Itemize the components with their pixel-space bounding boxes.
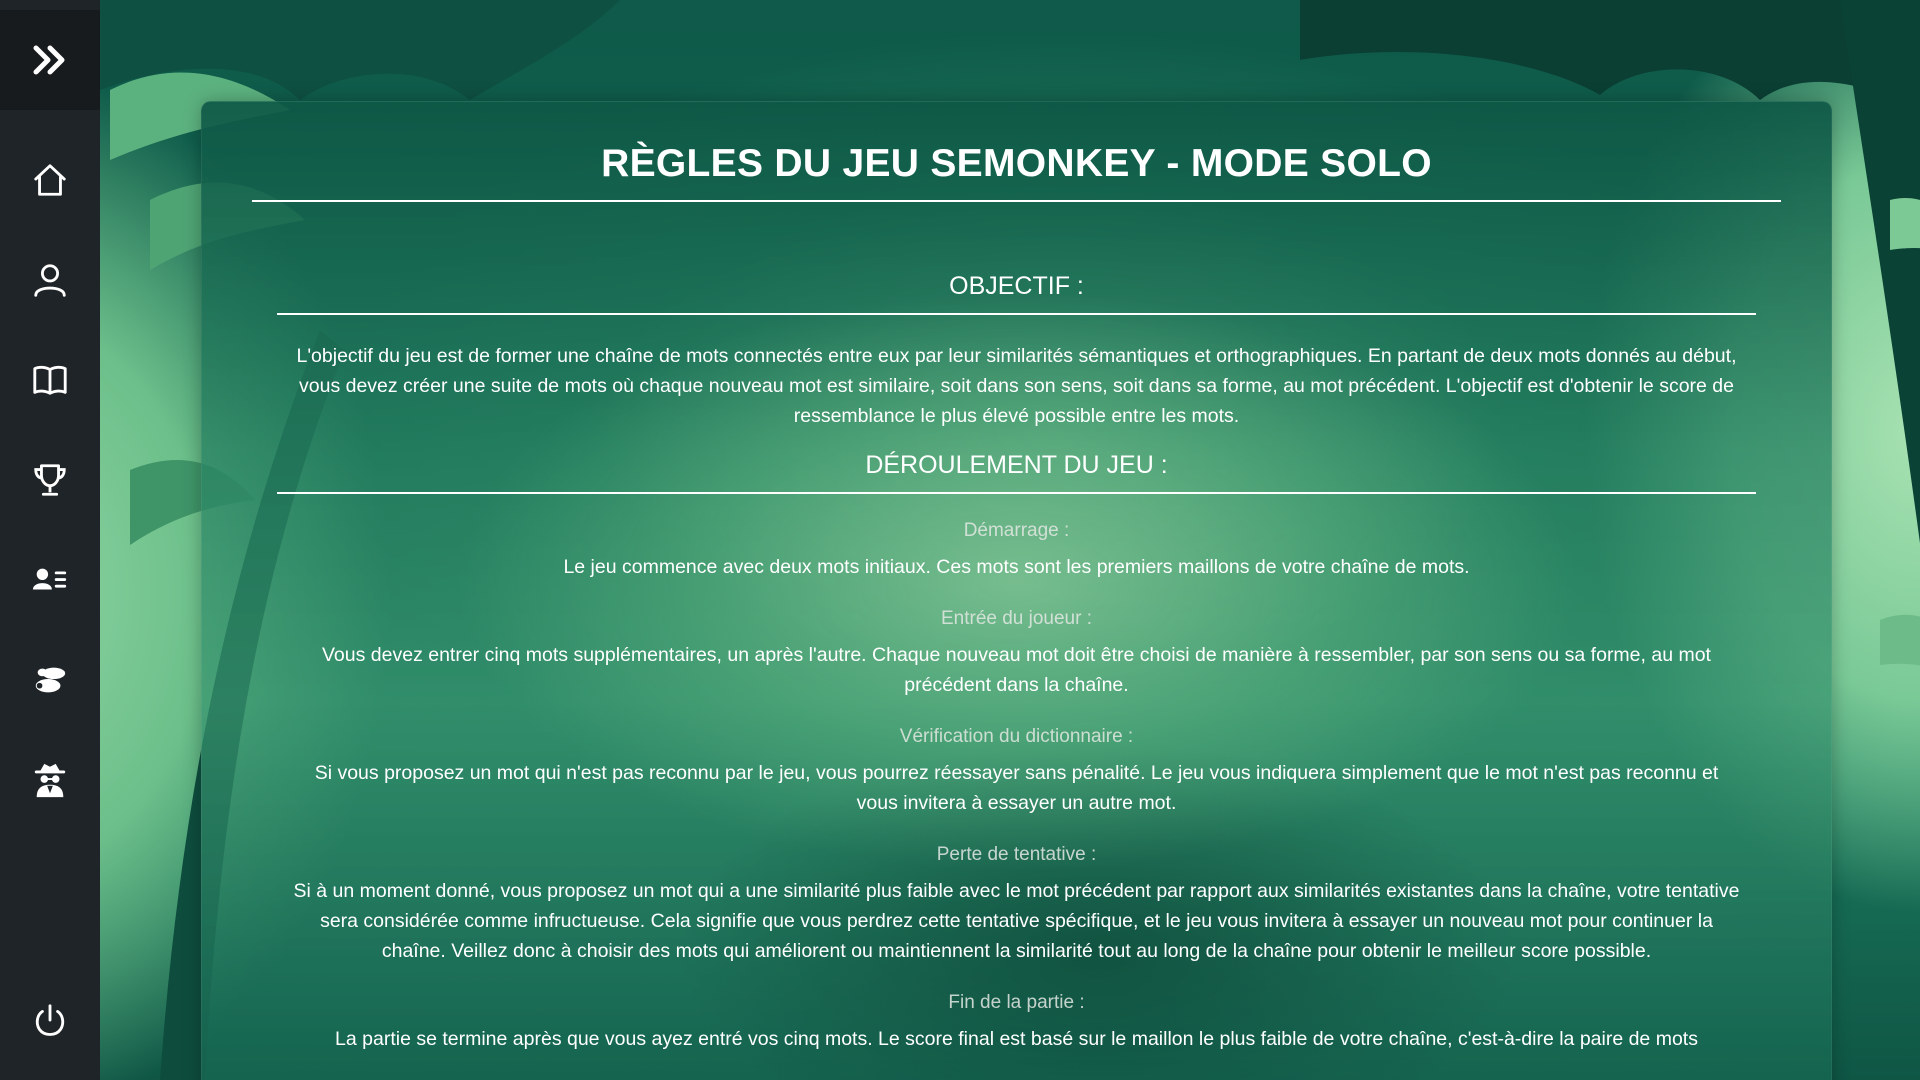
sidebar-item-profile[interactable] bbox=[0, 240, 100, 320]
power-icon bbox=[35, 1004, 65, 1036]
sidebar-item-leaderboard[interactable] bbox=[0, 440, 100, 520]
gameplay-step: Fin de la partie : La partie se termine … bbox=[202, 992, 1831, 1054]
gameplay-step: Démarrage : Le jeu commence avec deux mo… bbox=[202, 520, 1831, 582]
sidebar-item-contacts[interactable] bbox=[0, 540, 100, 620]
step-title: Perte de tentative : bbox=[936, 844, 1097, 865]
book-icon bbox=[33, 365, 67, 395]
sidebar-item-rules[interactable] bbox=[0, 340, 100, 420]
step-title: Démarrage : bbox=[963, 520, 1070, 541]
step-text: Le jeu commence avec deux mots initiaux.… bbox=[563, 556, 1470, 578]
rules-panel: RÈGLES DU JEU SEMONKEY - MODE SOLO OBJEC… bbox=[201, 101, 1832, 1080]
objective-text: L'objectif du jeu est de former une chaî… bbox=[296, 345, 1737, 427]
page-title: RÈGLES DU JEU SEMONKEY - MODE SOLO bbox=[252, 142, 1781, 202]
gameplay-step: Vérification du dictionnaire : Si vous p… bbox=[202, 726, 1831, 818]
monkey-icon bbox=[35, 667, 66, 693]
step-text: La partie se termine après que vous ayez… bbox=[335, 1028, 1698, 1050]
contacts-list-icon bbox=[32, 568, 67, 590]
right-tree-decoration bbox=[1840, 0, 1920, 666]
sidebar-item-home[interactable] bbox=[0, 140, 100, 220]
gameplay-step: Perte de tentative : Si à un moment donn… bbox=[202, 844, 1831, 966]
objective-heading: OBJECTIF : bbox=[277, 272, 1756, 315]
trophy-icon bbox=[34, 464, 66, 496]
step-title: Fin de la partie : bbox=[948, 992, 1085, 1013]
step-title: Entrée du joueur : bbox=[940, 608, 1093, 629]
step-text: Vous devez entrer cinq mots supplémentai… bbox=[322, 644, 1711, 696]
expand-icon bbox=[33, 45, 65, 75]
home-icon bbox=[34, 164, 66, 196]
gameplay-heading: DÉROULEMENT DU JEU : bbox=[277, 451, 1756, 494]
canopy-decoration bbox=[100, 0, 1920, 110]
step-text: Si vous proposez un mot qui n'est pas re… bbox=[314, 762, 1719, 814]
sidebar-item-logout[interactable] bbox=[0, 980, 100, 1060]
sidebar bbox=[0, 0, 100, 1080]
sidebar-item-game[interactable] bbox=[0, 640, 100, 720]
sidebar-expand-button[interactable] bbox=[0, 10, 100, 110]
sidebar-item-incognito[interactable] bbox=[0, 740, 100, 820]
gameplay-step: Entrée du joueur : Vous devez entrer cin… bbox=[202, 608, 1831, 700]
step-title: Vérification du dictionnaire : bbox=[899, 726, 1134, 747]
step-text: Si à un moment donné, vous proposez un m… bbox=[293, 880, 1740, 962]
detective-icon bbox=[34, 763, 66, 798]
user-icon bbox=[34, 264, 66, 297]
